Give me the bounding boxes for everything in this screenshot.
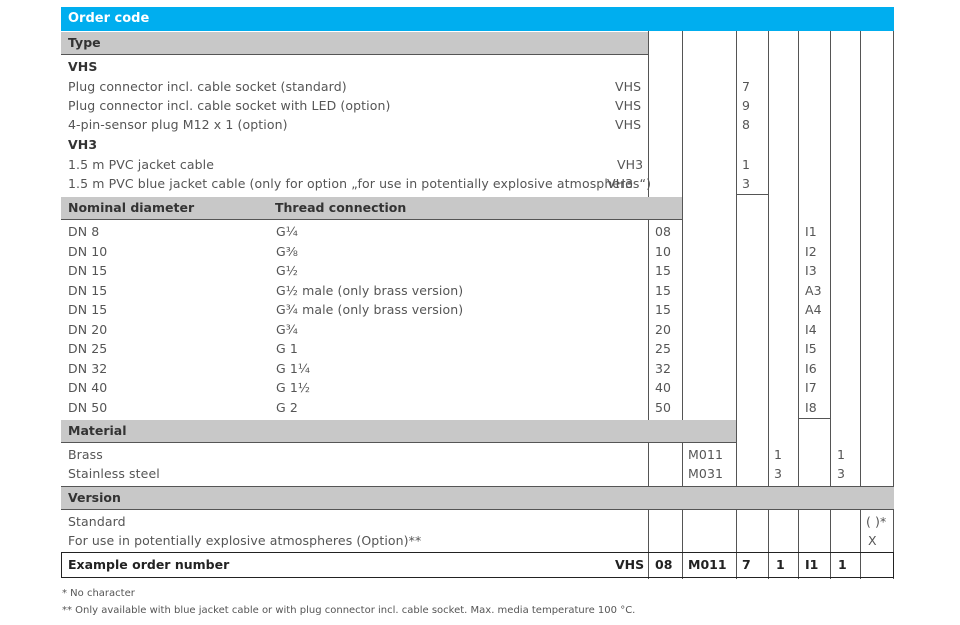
type-header-rule <box>61 54 648 55</box>
dn-row-value: I4 <box>805 322 817 337</box>
dn-row-code: 20 <box>655 322 672 337</box>
type-section-header: Type <box>61 32 648 54</box>
dn-row-diameter: DN 15 <box>68 283 108 298</box>
dn-row-code: 10 <box>655 244 672 259</box>
footnote-no-character: * No character <box>62 588 135 599</box>
nominal-diameter-header: Nominal diameter <box>68 200 195 215</box>
version-row-label: For use in potentially explosive atmosph… <box>68 533 422 548</box>
dn-row-thread: G 1¼ <box>276 361 311 376</box>
dn-row-diameter: DN 15 <box>68 302 108 317</box>
material-row-value-b: 3 <box>837 466 846 481</box>
type-row-code: VHS <box>615 98 642 113</box>
dn-row-diameter: DN 32 <box>68 361 108 376</box>
type-row-code: VHS <box>615 79 642 94</box>
dn-row-value: I1 <box>805 224 817 239</box>
version-row-label: Standard <box>68 514 126 529</box>
material-row-label: Brass <box>68 447 103 462</box>
type-row-value: 7 <box>742 79 751 94</box>
type-row-label: Plug connector incl. cable socket (stand… <box>68 79 347 94</box>
version-header-label: Version <box>68 490 121 505</box>
material-section-header: Material <box>61 420 736 442</box>
example-cell-seal: 1 <box>776 557 785 572</box>
example-cell-thread: I1 <box>805 557 819 572</box>
material-row-code: M011 <box>688 447 724 462</box>
dn-row-thread: G½ male (only brass version) <box>276 283 464 298</box>
dn-row-diameter: DN 10 <box>68 244 108 259</box>
type-row-code: VH3 <box>617 157 644 172</box>
type-row-label: Plug connector incl. cable socket with L… <box>68 98 391 113</box>
example-cell-type: VHS <box>615 557 645 572</box>
type-row-label: 1.5 m PVC jacket cable <box>68 157 214 172</box>
type-row-code: VH3 <box>607 176 634 191</box>
diameter-section-header: Nominal diameter Thread connection <box>61 197 682 219</box>
dn-row-diameter: DN 25 <box>68 341 108 356</box>
dn-row-thread: G 1 <box>276 341 298 356</box>
dn-row-value: I6 <box>805 361 817 376</box>
type-header-label: Type <box>68 35 101 50</box>
order-code-title: Order code <box>68 11 150 26</box>
version-section-header: Version <box>61 486 894 509</box>
dn-row-thread: G 1½ <box>276 380 311 395</box>
order-code-title-bar: Order code <box>61 7 894 31</box>
example-order-label: Example order number <box>68 557 230 572</box>
version-header-rule <box>61 509 894 510</box>
diameter-header-rule <box>61 219 682 220</box>
dn-row-thread: G⅜ <box>276 244 299 259</box>
dn-row-thread: G¾ <box>276 322 299 337</box>
dn-row-value: I8 <box>805 400 817 415</box>
type-group-vh3: VH3 <box>68 137 98 152</box>
dn-row-diameter: DN 15 <box>68 263 108 278</box>
dn-row-code: 15 <box>655 302 672 317</box>
dn-row-diameter: DN 40 <box>68 380 108 395</box>
material-row-value-a: 3 <box>774 466 783 481</box>
dn-row-value: I3 <box>805 263 817 278</box>
dn-row-code: 32 <box>655 361 672 376</box>
dn-row-code: 50 <box>655 400 672 415</box>
version-row-value: X <box>868 533 877 548</box>
thread-connection-header: Thread connection <box>275 200 407 215</box>
type-row-value: 3 <box>742 176 751 191</box>
material-header-label: Material <box>68 423 127 438</box>
dn-row-thread: G¼ <box>276 224 299 239</box>
dn-row-diameter: DN 50 <box>68 400 108 415</box>
material-header-rule <box>61 442 736 443</box>
dn-row-value: A3 <box>805 283 822 298</box>
dn-row-value: I2 <box>805 244 817 259</box>
type-row-value: 1 <box>742 157 751 172</box>
material-row-label: Stainless steel <box>68 466 160 481</box>
dn-row-code: 15 <box>655 283 672 298</box>
material-row-value-b: 1 <box>837 447 846 462</box>
dn-row-code: 40 <box>655 380 672 395</box>
example-cell-material: M011 <box>688 557 727 572</box>
type-row-label: 1.5 m PVC blue jacket cable (only for op… <box>68 176 652 191</box>
dn-row-diameter: DN 8 <box>68 224 100 239</box>
type-row-label: 4-pin-sensor plug M12 x 1 (option) <box>68 117 288 132</box>
dn-row-code: 25 <box>655 341 672 356</box>
dn-row-code: 15 <box>655 263 672 278</box>
stub-dn-end <box>798 418 830 419</box>
dn-row-thread: G½ <box>276 263 299 278</box>
type-group-vhs: VHS <box>68 59 98 74</box>
footnote-availability: ** Only available with blue jacket cable… <box>62 605 636 616</box>
example-cell-material-b: 1 <box>838 557 847 572</box>
example-cell-diameter: 08 <box>655 557 673 572</box>
version-row-value: ( )* <box>866 514 887 529</box>
type-row-value: 9 <box>742 98 751 113</box>
material-row-value-a: 1 <box>774 447 783 462</box>
material-row-code: M031 <box>688 466 724 481</box>
dn-row-thread: G¾ male (only brass version) <box>276 302 464 317</box>
type-row-code: VHS <box>615 117 642 132</box>
example-cell-plug: 7 <box>742 557 751 572</box>
stub-type-end <box>736 194 768 195</box>
dn-row-code: 08 <box>655 224 672 239</box>
dn-row-diameter: DN 20 <box>68 322 108 337</box>
dn-row-value: A4 <box>805 302 822 317</box>
dn-row-value: I5 <box>805 341 817 356</box>
dn-row-thread: G 2 <box>276 400 298 415</box>
dn-row-value: I7 <box>805 380 817 395</box>
type-row-value: 8 <box>742 117 751 132</box>
